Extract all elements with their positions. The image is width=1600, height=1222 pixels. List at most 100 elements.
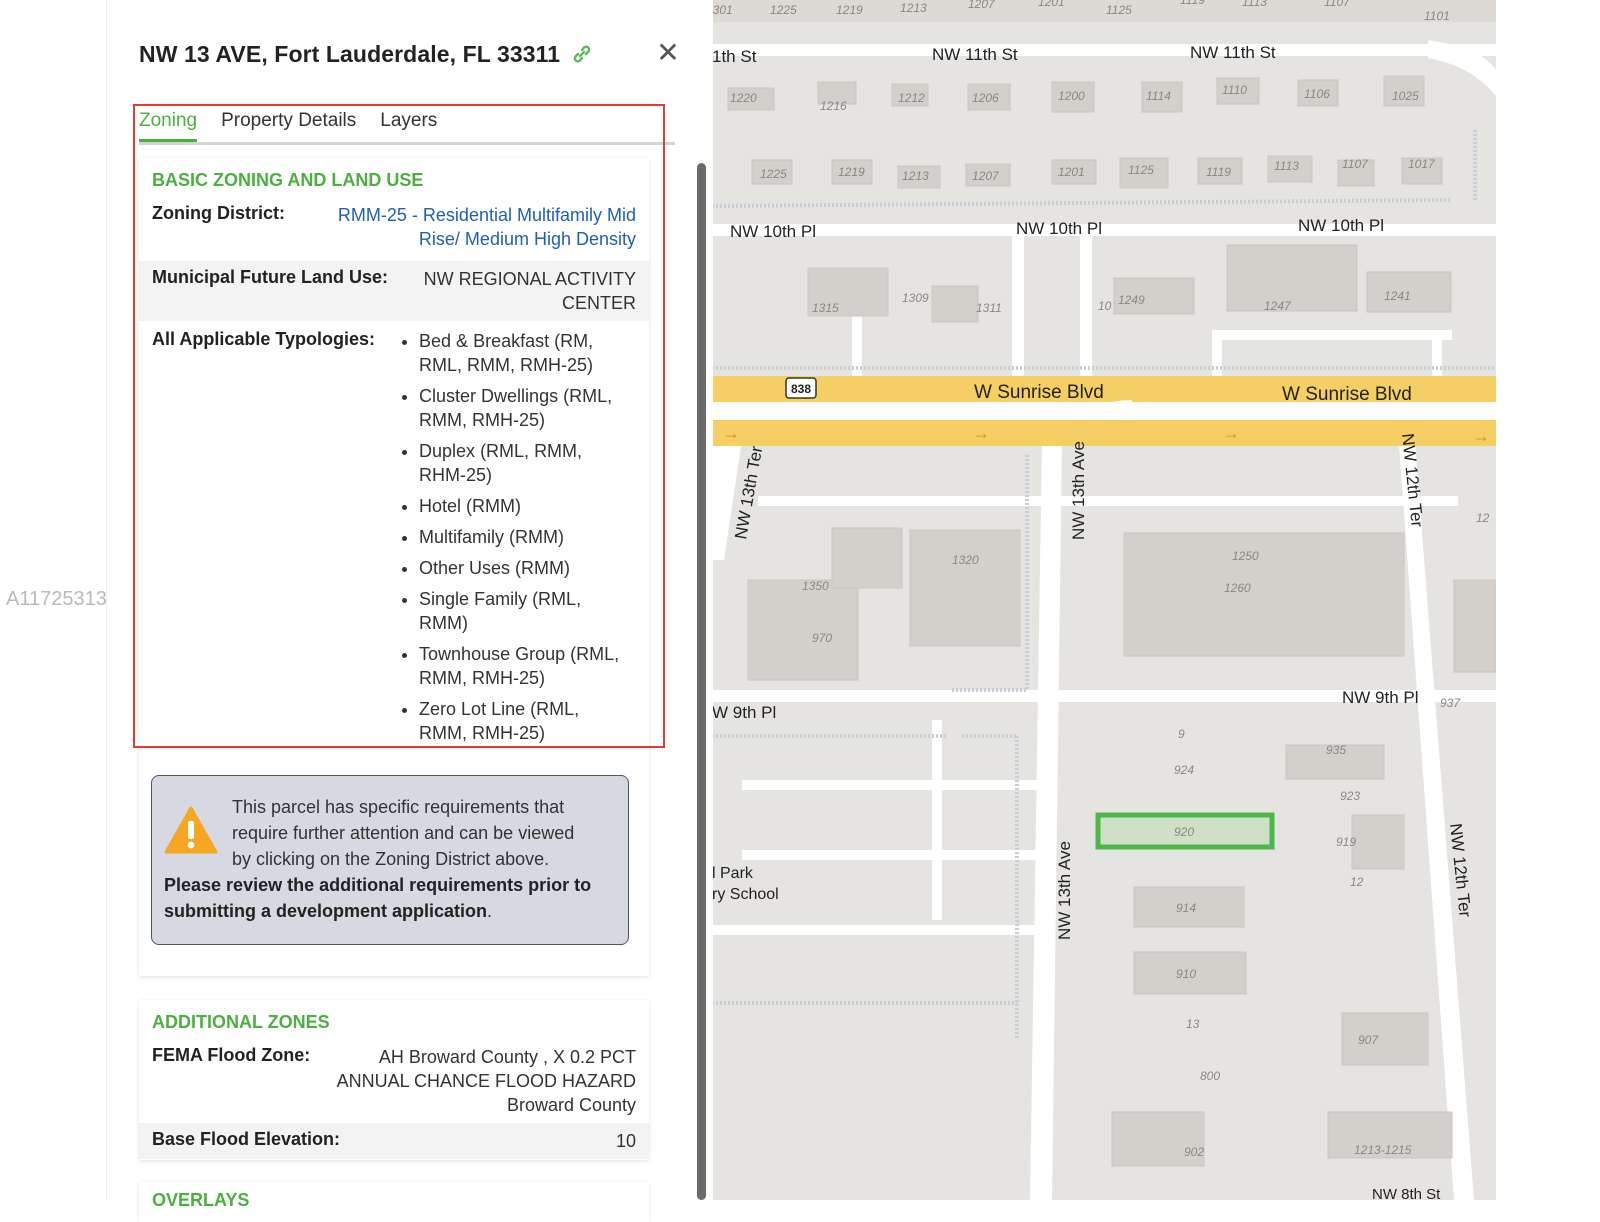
typologies-list: Bed & Breakfast (RM,RML, RMM, RMH-25) Cl… — [375, 329, 636, 752]
svg-text:1106: 1106 — [1304, 87, 1330, 101]
zoning-district-row: Zoning District: RMM-25 - Residential Mu… — [139, 197, 649, 257]
svg-text:12: 12 — [1350, 875, 1364, 889]
svg-text:1213: 1213 — [902, 169, 929, 183]
svg-text:1201: 1201 — [1058, 165, 1085, 179]
list-item: Single Family (RML,RMM) — [419, 587, 636, 635]
tab-layers[interactable]: Layers — [380, 106, 437, 139]
base-flood-elevation-row: Base Flood Elevation: 10 — [139, 1123, 649, 1159]
svg-text:919: 919 — [1336, 835, 1356, 849]
route-shield: 838 — [785, 377, 817, 399]
svg-text:902: 902 — [1184, 1145, 1204, 1159]
svg-text:1113: 1113 — [1274, 159, 1299, 173]
street-label: NW 13th Ave — [1055, 841, 1074, 940]
svg-text:1320: 1320 — [952, 553, 979, 567]
svg-text:12: 12 — [1476, 511, 1490, 525]
field-value-line: NW REGIONAL ACTIVITY — [423, 269, 636, 289]
svg-text:1207: 1207 — [972, 169, 1000, 183]
svg-text:1101: 1101 — [1424, 9, 1450, 23]
scrollbar[interactable] — [697, 163, 706, 1200]
alert-emphasis: Please review the additional requirement… — [164, 875, 592, 921]
zoning-district-link[interactable]: RMM-25 - Residential Multifamily Mid Ris… — [285, 203, 636, 251]
svg-text:9: 9 — [1178, 727, 1185, 741]
svg-text:1119: 1119 — [1206, 165, 1231, 179]
svg-text:→: → — [1222, 423, 1240, 443]
svg-text:→: → — [722, 423, 740, 443]
street-label: W Sunrise Blvd — [974, 382, 1104, 403]
street-label: W 9th Pl — [712, 703, 776, 722]
svg-text:1025: 1025 — [1392, 89, 1419, 103]
svg-text:920: 920 — [1174, 825, 1194, 839]
svg-text:1311: 1311 — [976, 301, 1002, 315]
tab-bar: Zoning Property Details Layers — [139, 106, 675, 145]
tab-property-details[interactable]: Property Details — [221, 106, 356, 139]
close-icon[interactable]: ✕ — [653, 38, 683, 68]
svg-text:1219: 1219 — [838, 165, 865, 179]
svg-text:910: 910 — [1176, 967, 1196, 981]
svg-text:1309: 1309 — [902, 291, 929, 305]
list-item: Cluster Dwellings (RML,RMM, RMH-25) — [419, 384, 636, 432]
svg-text:970: 970 — [812, 631, 832, 645]
svg-text:1107: 1107 — [1342, 157, 1369, 171]
svg-text:1249: 1249 — [1118, 293, 1145, 307]
svg-text:1225: 1225 — [770, 3, 797, 17]
svg-text:937: 937 — [1440, 696, 1461, 710]
additional-zones-card: ADDITIONAL ZONES FEMA Flood Zone: AH Bro… — [139, 1000, 649, 1160]
svg-text:907: 907 — [1358, 1033, 1379, 1047]
svg-text:1113: 1113 — [1242, 0, 1267, 9]
zoning-panel: NW 13 AVE, Fort Lauderdale, FL 33311 ✕ Z… — [106, 0, 713, 1222]
svg-text:1017: 1017 — [1408, 157, 1436, 171]
svg-text:1125: 1125 — [1106, 3, 1132, 17]
field-label: Municipal Future Land Use: — [152, 267, 389, 287]
route-shield-label: 838 — [791, 382, 811, 396]
requirements-alert: This parcel has specific requirements th… — [151, 775, 629, 945]
street-label: NW 11th St — [932, 45, 1018, 64]
street-label: NW 10th Pl — [730, 222, 816, 241]
link-icon[interactable] — [570, 42, 594, 66]
street-label: NW 13th Ave — [1069, 441, 1088, 540]
map-canvas[interactable]: → → → → 838 1th St NW 11th St NW 11th St… — [712, 0, 1496, 1200]
svg-text:1241: 1241 — [1384, 289, 1411, 303]
svg-text:1219: 1219 — [836, 3, 863, 17]
page-title: NW 13 AVE, Fort Lauderdale, FL 33311 — [139, 40, 561, 67]
svg-text:1110: 1110 — [1222, 83, 1247, 97]
typologies-row: All Applicable Typologies: Bed & Breakfa… — [139, 321, 649, 760]
map-view[interactable]: → → → → 838 1th St NW 11th St NW 11th St… — [712, 0, 1496, 1200]
svg-text:1250: 1250 — [1232, 549, 1259, 563]
section-title: BASIC ZONING AND LAND USE — [152, 170, 424, 190]
future-land-use-row: Municipal Future Land Use: NW REGIONAL A… — [139, 261, 649, 321]
field-label: All Applicable Typologies: — [152, 329, 376, 349]
zoning-district-text[interactable]: Rise/ Medium High Density — [419, 229, 636, 249]
svg-text:935: 935 — [1326, 743, 1346, 757]
street-label: NW 10th Pl — [1298, 216, 1384, 235]
street-label: 1th St — [712, 47, 757, 66]
svg-text:1114: 1114 — [1146, 89, 1171, 103]
field-value: NW REGIONAL ACTIVITY CENTER — [388, 267, 636, 315]
fema-flood-zone-row: FEMA Flood Zone: AH Broward County , X 0… — [139, 1039, 649, 1123]
field-label: Base Flood Elevation: — [152, 1129, 341, 1149]
svg-text:914: 914 — [1176, 901, 1196, 915]
section-title: ADDITIONAL ZONES — [152, 1012, 330, 1032]
svg-text:923: 923 — [1340, 789, 1360, 803]
svg-text:→: → — [972, 423, 990, 443]
svg-text:1260: 1260 — [1224, 581, 1251, 595]
street-label: W Sunrise Blvd — [1282, 384, 1412, 405]
field-value: AH Broward County , X 0.2 PCT ANNUAL CHA… — [336, 1047, 636, 1115]
list-item: Townhouse Group (RML,RMM, RMH-25) — [419, 642, 636, 690]
svg-text:1247: 1247 — [1264, 299, 1292, 313]
street-label: l Park — [712, 865, 754, 882]
svg-text:1225: 1225 — [760, 167, 787, 181]
svg-text:→: → — [1472, 426, 1490, 446]
list-item: Other Uses (RMM) — [419, 556, 636, 580]
svg-text:1119: 1119 — [1180, 0, 1205, 7]
street-label: NW 9th Pl — [1342, 688, 1419, 707]
overlays-card: OVERLAYS — [139, 1182, 649, 1222]
zoning-district-text[interactable]: RMM-25 - Residential Multifamily Mid — [338, 205, 636, 225]
field-label: Zoning District: — [152, 203, 285, 223]
list-item: Duplex (RML, RMM,RHM-25) — [419, 439, 636, 487]
svg-text:924: 924 — [1174, 763, 1194, 777]
tab-zoning[interactable]: Zoning — [139, 106, 198, 142]
svg-text:1213: 1213 — [900, 1, 927, 15]
svg-text:1315: 1315 — [812, 301, 839, 315]
svg-text:10: 10 — [1098, 299, 1112, 313]
svg-text:1301: 1301 — [712, 3, 733, 17]
